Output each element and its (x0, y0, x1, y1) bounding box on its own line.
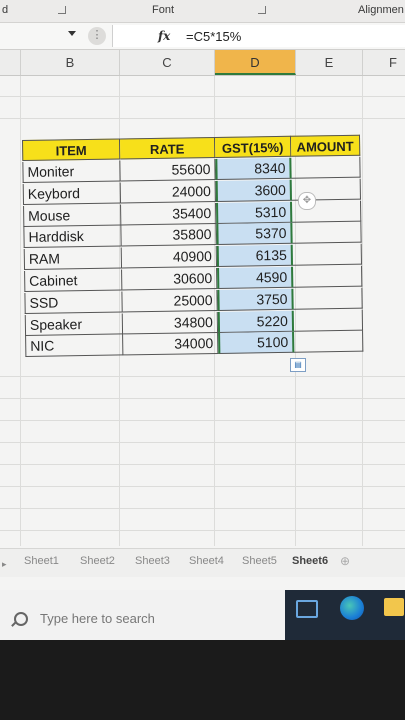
cell-rate[interactable]: 30600 (122, 267, 218, 291)
formula-input-area[interactable] (112, 25, 405, 47)
cell-gst[interactable]: 8340 (215, 157, 292, 180)
cell-rate[interactable]: 55600 (120, 158, 216, 182)
edge-icon[interactable] (340, 596, 364, 620)
cell-gst[interactable]: 5310 (216, 201, 293, 224)
add-sheet-icon[interactable]: ⊕ (340, 554, 350, 568)
column-header-d[interactable]: D (215, 50, 296, 75)
column-header-e[interactable]: E (296, 50, 363, 75)
cell-amount[interactable] (291, 156, 361, 179)
cell-amount[interactable] (293, 265, 363, 288)
cell-gst[interactable]: 6135 (216, 244, 294, 268)
scroll-tabs-icon[interactable]: ▸ (2, 559, 7, 570)
cell-gst[interactable]: 3600 (215, 179, 292, 202)
cell-rate[interactable]: 35800 (121, 224, 217, 247)
cell-rate[interactable]: 25000 (122, 289, 218, 313)
tab-sheet4[interactable]: Sheet4 (189, 555, 224, 567)
ribbon-group-font: Font (152, 4, 175, 16)
cell-amount[interactable] (294, 331, 364, 354)
font-launcher-icon[interactable] (258, 6, 266, 14)
cell-item[interactable]: Mouse (23, 204, 122, 227)
search-placeholder: Type here to search (40, 611, 155, 626)
cell-item[interactable]: RAM (23, 247, 123, 271)
file-explorer-icon[interactable] (384, 598, 404, 616)
windows-taskbar: Type here to search (0, 590, 405, 640)
header-item[interactable]: ITEM (22, 138, 121, 161)
cell-item[interactable]: Moniter (22, 160, 121, 183)
formula-bar-resize-icon[interactable]: ⋮ (88, 27, 106, 45)
ribbon-group-alignment: Alignmen (358, 4, 404, 16)
tab-sheet6[interactable]: Sheet6 (292, 555, 328, 567)
search-icon (14, 612, 28, 626)
column-header-a[interactable] (0, 50, 21, 75)
cell-gst[interactable]: 3750 (217, 288, 294, 311)
cell-rate[interactable]: 35400 (121, 202, 217, 226)
sheet-tab-bar: ▸ Sheet1 Sheet2 Sheet3 Sheet4 Sheet5 She… (0, 548, 405, 577)
tab-sheet1[interactable]: Sheet1 (24, 555, 59, 567)
column-header-c[interactable]: C (120, 50, 215, 75)
taskbar-search-box[interactable]: Type here to search (0, 590, 285, 640)
cell-item[interactable]: Cabinet (24, 269, 123, 292)
header-gst[interactable]: GST(15%) (214, 135, 292, 158)
column-headers: B C D E F (0, 50, 405, 76)
column-header-f[interactable]: F (363, 50, 405, 75)
formula-input[interactable]: =C5*15% (186, 29, 241, 44)
formula-bar: ⋮ fx =C5*15% (0, 23, 405, 50)
cell-amount[interactable] (293, 309, 364, 332)
cell-item[interactable]: NIC (25, 334, 124, 358)
task-view-icon[interactable] (296, 600, 318, 618)
cell-amount[interactable] (293, 287, 363, 310)
header-amount[interactable]: AMOUNT (290, 134, 361, 157)
quick-analysis-icon[interactable]: ▤ (290, 358, 306, 372)
cell-amount[interactable] (292, 243, 363, 266)
clipboard-launcher-icon[interactable] (58, 6, 66, 14)
cell-item[interactable]: Harddisk (23, 225, 122, 249)
excel-window: d Font Alignmen ⋮ fx =C5*15% B C D E F I… (0, 0, 405, 640)
cell-gst[interactable]: 4590 (217, 266, 294, 289)
cell-rate[interactable]: 24000 (120, 180, 216, 204)
tab-sheet5[interactable]: Sheet5 (242, 555, 277, 567)
fill-cursor-icon: ✥ (298, 192, 316, 210)
column-header-b[interactable]: B (21, 50, 120, 75)
cell-rate[interactable]: 40900 (121, 246, 218, 269)
cell-amount[interactable] (292, 222, 362, 245)
cell-item[interactable]: SSD (24, 291, 123, 314)
cell-gst[interactable]: 5370 (216, 223, 293, 246)
header-rate[interactable]: RATE (119, 136, 216, 160)
ribbon-group-label: d (2, 4, 9, 16)
cell-gst[interactable]: 5100 (218, 332, 295, 355)
ribbon: d Font Alignmen (0, 0, 405, 23)
fx-icon[interactable]: fx (158, 29, 170, 43)
name-box-dropdown-icon[interactable] (68, 31, 76, 36)
cell-gst[interactable]: 5220 (217, 310, 295, 333)
cell-rate[interactable]: 34000 (123, 333, 219, 356)
cell-item[interactable]: Keybord (22, 182, 122, 205)
cell-item[interactable]: Speaker (24, 313, 124, 336)
tab-sheet2[interactable]: Sheet2 (80, 555, 115, 567)
cell-rate[interactable]: 34800 (122, 311, 219, 335)
tab-sheet3[interactable]: Sheet3 (135, 555, 170, 567)
